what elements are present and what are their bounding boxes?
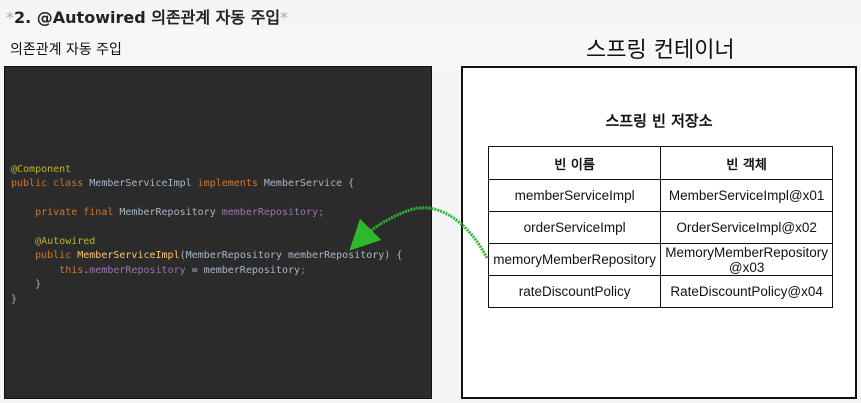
arrow-path — [349, 206, 489, 259]
green-arrow-icon — [349, 206, 489, 259]
